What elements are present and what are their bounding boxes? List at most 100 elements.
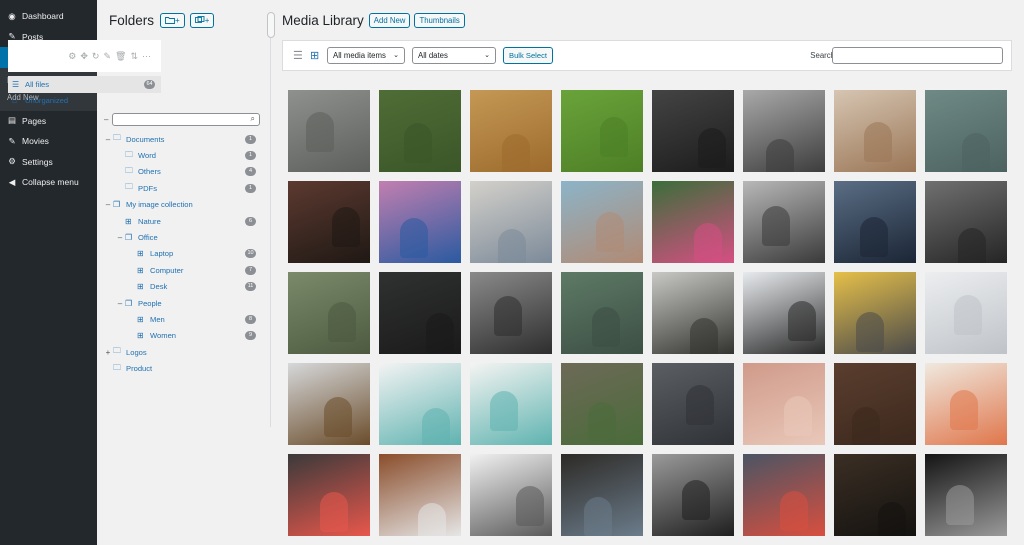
- wordpress-admin: ◉Dashboard✎Posts▣MediaLibraryAdd New▤Pag…: [0, 0, 1024, 545]
- media-thumbnail[interactable]: [743, 181, 825, 263]
- folder-search-input[interactable]: ⌕: [112, 113, 260, 126]
- bulk-select-button[interactable]: Bulk Select: [503, 47, 553, 64]
- folder-women[interactable]: ⊞ Women 9: [103, 328, 261, 344]
- media-thumbnail[interactable]: [288, 90, 370, 172]
- media-thumbnail[interactable]: [470, 454, 552, 536]
- refresh-icon[interactable]: ↻: [92, 51, 100, 62]
- media-thumbnail[interactable]: [379, 181, 461, 263]
- media-thumbnail[interactable]: [652, 181, 734, 263]
- media-thumbnail[interactable]: [652, 454, 734, 536]
- media-thumbnail[interactable]: [561, 272, 643, 354]
- media-thumbnail[interactable]: [561, 454, 643, 536]
- settings-icon[interactable]: ⚙: [68, 51, 76, 62]
- folder-label: Desk: [150, 282, 168, 292]
- media-thumbnail[interactable]: [561, 363, 643, 445]
- admin-menu-pages[interactable]: ▤ Pages: [0, 111, 97, 132]
- media-thumbnail[interactable]: [470, 272, 552, 354]
- date-filter[interactable]: All dates ⌄: [412, 47, 496, 64]
- folder-documents[interactable]: – 🗀 Documents 1: [103, 131, 261, 147]
- folder-word[interactable]: 🗀 Word 1: [103, 147, 261, 163]
- new-folder-label: +: [175, 15, 180, 25]
- media-thumbnail[interactable]: [834, 363, 916, 445]
- folder-laptop[interactable]: ⊞ Laptop 10: [103, 246, 261, 262]
- edit-icon[interactable]: ✎: [103, 51, 111, 62]
- media-thumbnail[interactable]: [379, 363, 461, 445]
- admin-menu-label: Movies: [22, 136, 49, 147]
- media-thumbnail[interactable]: [470, 90, 552, 172]
- thumbnail-shape: [328, 302, 356, 342]
- media-thumbnail[interactable]: [925, 454, 1007, 536]
- media-thumbnail[interactable]: [743, 454, 825, 536]
- media-thumbnail[interactable]: [925, 272, 1007, 354]
- thumbnail-shape: [698, 128, 726, 168]
- more-icon[interactable]: ⋯: [142, 51, 151, 62]
- folder-others[interactable]: 🗀 Others 4: [103, 164, 261, 180]
- media-thumbnail[interactable]: [743, 363, 825, 445]
- media-thumbnail[interactable]: [379, 454, 461, 536]
- media-thumbnail[interactable]: [743, 90, 825, 172]
- media-thumbnail[interactable]: [925, 181, 1007, 263]
- admin-menu-settings[interactable]: ⚙ Settings: [0, 152, 97, 173]
- folder-product[interactable]: 🗀 Product: [103, 360, 261, 376]
- folder-unorganized[interactable]: ⌂ Unorganized: [8, 93, 161, 110]
- media-thumbnail[interactable]: [561, 90, 643, 172]
- folder-logos[interactable]: + 🗀 Logos: [103, 344, 261, 360]
- media-thumbnail[interactable]: [470, 181, 552, 263]
- media-thumbnail[interactable]: [379, 90, 461, 172]
- media-search-input[interactable]: [832, 47, 1003, 64]
- media-thumbnail[interactable]: [652, 272, 734, 354]
- thumbnails-button[interactable]: Thumbnails: [414, 12, 465, 28]
- media-thumbnail[interactable]: [743, 272, 825, 354]
- trash-icon[interactable]: 🗑: [115, 51, 126, 62]
- folder-icon: 🗀: [125, 165, 133, 175]
- list-view-icon[interactable]: ☰: [293, 50, 305, 62]
- folder-people[interactable]: – ❐ People: [103, 295, 261, 311]
- tree-toggle[interactable]: –: [115, 233, 125, 242]
- move-icon[interactable]: ✥: [80, 51, 88, 62]
- tree-toggle[interactable]: –: [115, 299, 125, 308]
- folder-pdfs[interactable]: 🗀 PDFs 1: [103, 180, 261, 196]
- admin-menu-movies[interactable]: ✎ Movies: [0, 131, 97, 152]
- new-collection-button[interactable]: +: [189, 12, 215, 28]
- collection-icon: [194, 16, 205, 23]
- new-folder-button[interactable]: +: [160, 12, 185, 28]
- folder-desk[interactable]: ⊞ Desk 11: [103, 279, 261, 295]
- add-new-button[interactable]: Add New: [368, 12, 411, 28]
- media-thumbnail[interactable]: [834, 454, 916, 536]
- grid-view-icon[interactable]: ⊞: [310, 50, 322, 62]
- panel-splitter[interactable]: [267, 12, 275, 427]
- tree-toggle[interactable]: –: [103, 200, 113, 209]
- media-thumbnail[interactable]: [834, 181, 916, 263]
- folder-all-files[interactable]: ☰ All files 64: [8, 76, 161, 93]
- media-thumbnail[interactable]: [288, 363, 370, 445]
- folder-computer[interactable]: ⊞ Computer 7: [103, 262, 261, 278]
- media-thumbnail[interactable]: [925, 363, 1007, 445]
- count-badge: 1: [245, 183, 256, 193]
- collapse-all-toggle[interactable]: –: [104, 115, 108, 124]
- media-thumbnail[interactable]: [834, 272, 916, 354]
- folder-nature[interactable]: ⊞ Nature 6: [103, 213, 261, 229]
- thumbnail-shape: [516, 486, 544, 526]
- resize-handle[interactable]: [267, 12, 275, 38]
- tree-toggle[interactable]: –: [103, 135, 113, 144]
- dashboard-icon: ◉: [8, 10, 16, 21]
- media-thumbnail[interactable]: [288, 272, 370, 354]
- media-thumbnail[interactable]: [925, 90, 1007, 172]
- media-thumbnail[interactable]: [288, 181, 370, 263]
- admin-menu-dashboard[interactable]: ◉ Dashboard: [0, 6, 97, 27]
- thumbnail-shape: [962, 133, 990, 172]
- media-type-filter[interactable]: All media items ⌄: [327, 47, 405, 64]
- tree-toggle[interactable]: +: [103, 348, 113, 357]
- media-thumbnail[interactable]: [652, 90, 734, 172]
- media-thumbnail[interactable]: [470, 363, 552, 445]
- media-thumbnail[interactable]: [288, 454, 370, 536]
- admin-menu-collapse-menu[interactable]: ◀ Collapse menu: [0, 172, 97, 193]
- folder-office[interactable]: – ❐ Office: [103, 229, 261, 245]
- media-thumbnail[interactable]: [379, 272, 461, 354]
- folder-men[interactable]: ⊞ Men 8: [103, 311, 261, 327]
- media-thumbnail[interactable]: [652, 363, 734, 445]
- folder-my-image-collection[interactable]: – ❐ My image collection: [103, 197, 261, 213]
- media-thumbnail[interactable]: [561, 181, 643, 263]
- media-thumbnail[interactable]: [834, 90, 916, 172]
- sort-icon[interactable]: ⇅: [130, 51, 138, 62]
